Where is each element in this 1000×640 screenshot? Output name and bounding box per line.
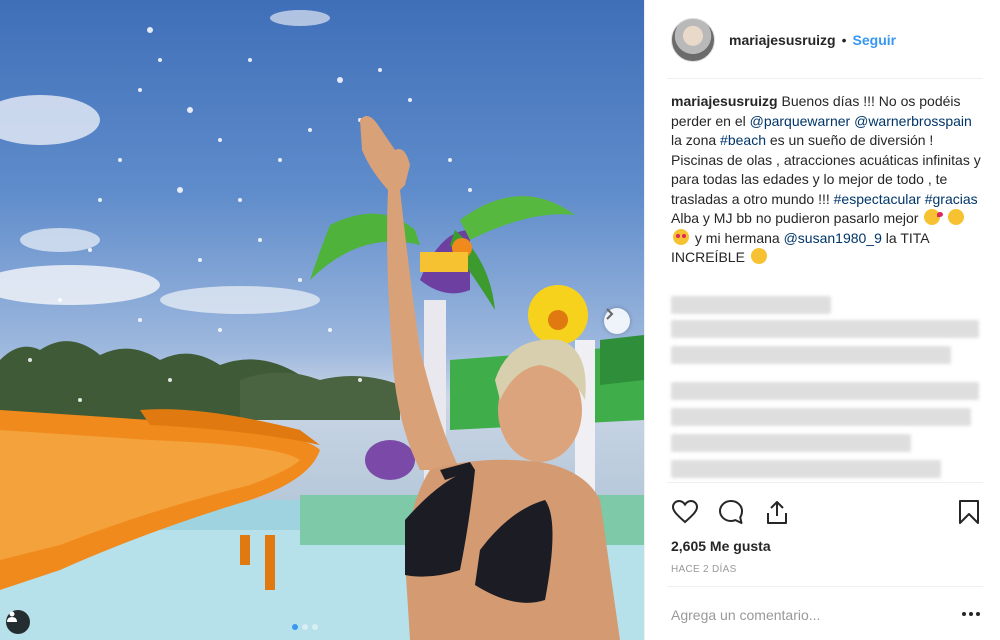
kiss-emoji-icon — [924, 209, 944, 225]
blurred-comment — [671, 434, 911, 452]
post-header: mariajesusruizg • Seguir — [671, 12, 983, 68]
blurred-comment — [671, 408, 971, 426]
carousel-dot-active — [292, 624, 298, 630]
hashtag-link[interactable]: #espectacular — [834, 191, 921, 207]
blurred-comment — [671, 382, 979, 400]
more-options-button[interactable] — [959, 604, 983, 624]
actions-divider — [667, 482, 983, 483]
separator-dot: • — [841, 32, 847, 48]
comment-icon — [719, 500, 743, 524]
more-options-icon — [962, 612, 966, 616]
caption-text: y mi hermana — [691, 229, 784, 246]
smile-emoji-icon — [948, 209, 965, 225]
user-tag-icon — [7, 611, 17, 622]
caption-text: Alba y MJ bb no pudieron pasarlo mejor — [671, 210, 923, 226]
bookmark-icon — [959, 500, 979, 524]
carousel-dot — [312, 624, 318, 630]
laughing-emoji-icon — [748, 245, 770, 267]
heart-icon — [672, 500, 698, 524]
mention-link[interactable]: @parquewarner — [750, 113, 851, 129]
save-button[interactable] — [955, 498, 983, 526]
follow-button[interactable]: Seguir — [853, 32, 897, 48]
share-button[interactable] — [763, 498, 791, 526]
post-photo[interactable] — [0, 0, 644, 640]
photo-scene — [0, 10, 644, 640]
chevron-right-icon — [606, 308, 614, 320]
mention-link[interactable]: @warnerbrosspain — [854, 113, 972, 129]
hashtag-link[interactable]: #gracias — [925, 191, 978, 207]
blurred-comment — [671, 346, 951, 364]
caption-username[interactable]: mariajesusruizg — [671, 93, 778, 109]
avatar[interactable] — [671, 18, 715, 62]
next-photo-button[interactable] — [604, 308, 630, 334]
blurred-comment — [671, 320, 979, 338]
carousel-dot — [302, 624, 308, 630]
blurred-comment — [671, 460, 941, 478]
comment-divider — [667, 586, 983, 587]
like-button[interactable] — [671, 498, 699, 526]
more-options-icon — [976, 612, 980, 616]
post-actions — [671, 498, 983, 526]
blurred-comment — [671, 296, 831, 314]
comment-button[interactable] — [717, 498, 745, 526]
heart-eyes-emoji-icon — [673, 228, 689, 245]
more-options-icon — [969, 612, 973, 616]
likes-count[interactable]: 2,605 Me gusta — [671, 538, 771, 554]
post-caption: mariajesusruizg Buenos días !!! No os po… — [671, 92, 981, 268]
post-sidebar: mariajesusruizg • Seguir mariajesusruizg… — [644, 0, 1000, 640]
mention-link[interactable]: @susan1980_9 — [784, 230, 882, 246]
carousel-indicator — [292, 624, 318, 630]
post-date[interactable]: HACE 2 DÍAS — [671, 564, 737, 575]
tagged-users-button[interactable] — [6, 610, 30, 634]
share-icon — [767, 501, 787, 524]
header-divider — [667, 78, 983, 79]
username-link[interactable]: mariajesusruizg — [729, 32, 836, 48]
caption-text: la zona — [671, 132, 721, 148]
comment-input[interactable] — [671, 600, 941, 630]
hashtag-link[interactable]: #beach — [720, 132, 766, 148]
